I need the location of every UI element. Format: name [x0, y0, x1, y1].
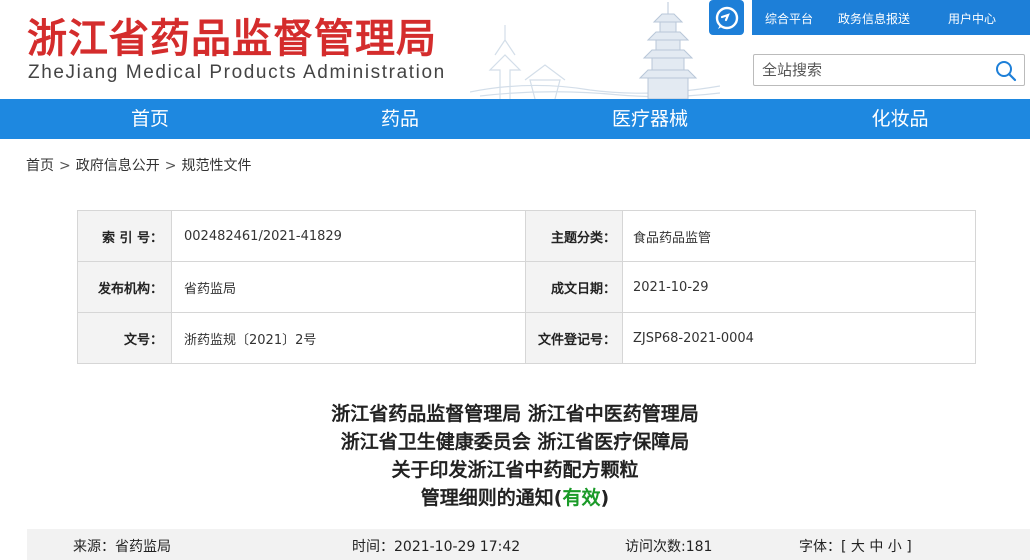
- title-line: 浙江省卫生健康委员会 浙江省医疗保障局: [340, 431, 690, 453]
- breadcrumb-gov-info[interactable]: 政府信息公开: [76, 158, 160, 174]
- breadcrumb-home[interactable]: 首页: [26, 158, 54, 174]
- nav-item-medical-devices[interactable]: 医疗器械: [570, 99, 730, 139]
- search-icon[interactable]: [994, 59, 1018, 83]
- title-line-text: ): [600, 487, 610, 509]
- table-row: 发布机构： 省药监局 成文日期： 2021-10-29: [77, 261, 976, 313]
- registration-number-label: 文件登记号：: [525, 312, 623, 364]
- breadcrumb-normative-docs[interactable]: 规范性文件: [181, 158, 251, 174]
- registration-number-value: ZJSP68-2021-0004: [622, 312, 976, 364]
- breadcrumb-separator: >: [59, 158, 71, 174]
- publisher-value: 省药监局: [171, 261, 526, 313]
- site-logo-chinese[interactable]: 浙江省药品监督管理局: [27, 6, 437, 64]
- article-time: 时间：2021-10-29 17:42: [352, 539, 521, 555]
- document-number-value: 浙药监规〔2021〕2号: [171, 312, 526, 364]
- title-line-text: 管理细则的通知(: [420, 487, 563, 509]
- index-number-value: 002482461/2021-41829: [171, 210, 526, 262]
- top-links-bar: 综合平台 政务信息报送 用户中心: [752, 0, 1030, 35]
- top-link-integrated-platform[interactable]: 综合平台: [765, 10, 813, 27]
- title-line: 浙江省药品监督管理局 浙江省中医药管理局: [331, 403, 699, 425]
- site-search-box: [753, 54, 1025, 86]
- index-number-label: 索 引 号：: [77, 210, 172, 262]
- validity-status-badge: 有效: [562, 487, 601, 509]
- top-link-info-report[interactable]: 政务信息报送: [838, 10, 910, 27]
- article-meta-bar: 来源：省药监局 时间：2021-10-29 17:42 访问次数:181 字体：…: [27, 529, 1030, 560]
- search-input[interactable]: [762, 59, 982, 81]
- topic-category-label: 主题分类：: [525, 210, 623, 262]
- table-row: 索 引 号： 002482461/2021-41829 主题分类： 食品药品监管: [77, 210, 976, 262]
- article-source: 来源：省药监局: [73, 539, 171, 555]
- top-link-user-center[interactable]: 用户中心: [948, 10, 996, 27]
- document-title: 浙江省药品监督管理局 浙江省中医药管理局 浙江省卫生健康委员会 浙江省医疗保障局…: [0, 400, 1030, 512]
- topic-category-value: 食品药品监管: [622, 210, 976, 262]
- creation-date-label: 成文日期：: [525, 261, 623, 313]
- breadcrumb-separator: >: [164, 158, 177, 174]
- chat-service-icon[interactable]: [709, 0, 744, 35]
- nav-item-home[interactable]: 首页: [70, 99, 230, 139]
- site-header: 浙江省药品监督管理局 ZheJiang Medical Products Adm…: [0, 0, 1030, 99]
- font-size-control[interactable]: 字体：[ 大 中 小 ]: [799, 536, 912, 556]
- nav-item-drugs[interactable]: 药品: [320, 99, 480, 139]
- publisher-label: 发布机构：: [77, 261, 172, 313]
- nav-item-cosmetics[interactable]: 化妆品: [820, 99, 980, 139]
- pagoda-decoration-icon: [470, 2, 720, 99]
- main-nav: 首页 药品 医疗器械 化妆品: [0, 99, 1030, 139]
- document-number-label: 文号：: [77, 312, 172, 364]
- title-line: 关于印发浙江省中药配方颗粒: [391, 459, 639, 481]
- title-line: 管理细则的通知(有效): [0, 484, 1030, 512]
- table-row: 文号： 浙药监规〔2021〕2号 文件登记号： ZJSP68-2021-0004: [77, 312, 976, 364]
- document-info-table: 索 引 号： 002482461/2021-41829 主题分类： 食品药品监管…: [77, 210, 976, 364]
- site-logo-english[interactable]: ZheJiang Medical Products Administration: [28, 62, 446, 84]
- visit-count: 访问次数:181: [625, 539, 713, 555]
- breadcrumb: 首页 > 政府信息公开 > 规范性文件: [26, 155, 251, 175]
- creation-date-value: 2021-10-29: [622, 261, 976, 313]
